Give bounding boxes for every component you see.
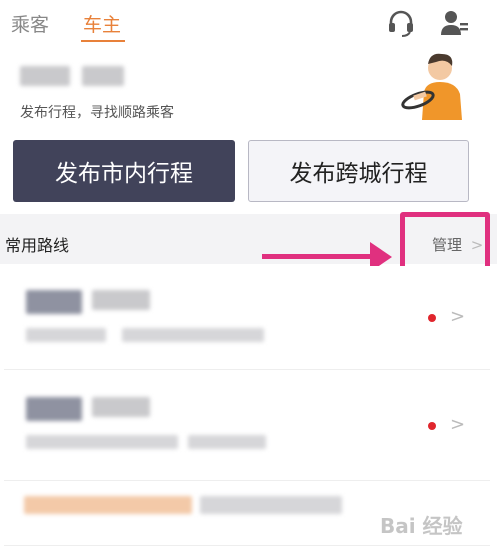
blurred-text xyxy=(122,328,264,342)
blurred-text xyxy=(26,435,178,449)
intro-description: 发布行程，寻找顺路乘客 xyxy=(20,105,174,121)
publish-city-trip-button[interactable]: 发布市内行程 xyxy=(13,140,235,202)
annotation-arrow xyxy=(262,254,374,259)
active-tab-indicator xyxy=(81,40,125,42)
tab-passenger[interactable]: 乘客 xyxy=(11,10,49,37)
driver-intro: 发布行程，寻找顺路乘客 xyxy=(0,52,497,132)
routes-section-title: 常用路线 xyxy=(5,236,70,255)
blurred-text xyxy=(188,435,266,449)
blurred-text xyxy=(20,66,70,86)
blurred-text xyxy=(24,496,192,514)
tab-driver[interactable]: 车主 xyxy=(83,10,121,37)
publish-intercity-trip-button[interactable]: 发布跨城行程 xyxy=(248,140,469,202)
chevron-right-icon: > xyxy=(450,414,466,435)
headset-icon[interactable] xyxy=(386,8,416,38)
route-list-item[interactable]: > xyxy=(4,377,490,481)
blurred-text xyxy=(92,397,150,417)
blurred-tag xyxy=(26,290,82,314)
top-tab-bar: 乘客 车主 xyxy=(0,0,497,46)
blurred-text xyxy=(26,328,106,342)
driver-illustration xyxy=(396,48,476,120)
blurred-text xyxy=(92,290,150,310)
blurred-text xyxy=(82,66,124,86)
route-list-item[interactable]: > xyxy=(4,266,490,370)
blurred-tag xyxy=(26,397,82,421)
status-dot-icon xyxy=(428,314,436,322)
chevron-right-icon: > xyxy=(450,306,466,327)
blurred-text xyxy=(200,496,342,514)
watermark: Bai 经验 xyxy=(380,514,463,538)
profile-icon[interactable] xyxy=(440,8,470,38)
status-dot-icon xyxy=(428,422,436,430)
